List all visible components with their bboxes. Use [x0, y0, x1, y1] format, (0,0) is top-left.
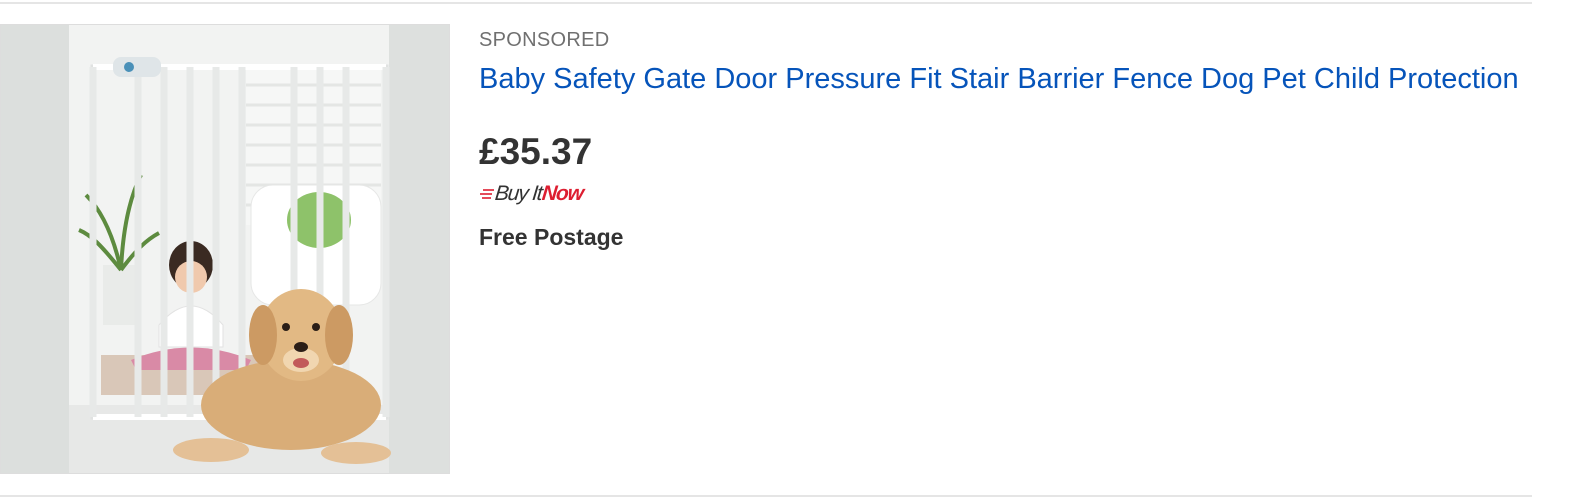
product-thumbnail[interactable] [0, 24, 450, 474]
product-photo [1, 25, 449, 473]
buy-it-now-badge: Buy It Now [479, 181, 1519, 207]
divider-bottom [0, 495, 1532, 497]
divider-top [0, 2, 1532, 4]
now-label: Now [540, 182, 584, 205]
buy-it-now-lines-icon [480, 189, 494, 199]
search-result-listing: SPONSORED Baby Safety Gate Door Pressure… [0, 0, 1532, 500]
postage-info: Free Postage [479, 224, 624, 250]
listing-title-link[interactable]: Baby Safety Gate Door Pressure Fit Stair… [479, 59, 1519, 99]
sponsored-label: SPONSORED [479, 29, 610, 51]
buy-it-label: Buy It [493, 182, 543, 205]
listing-price: £35.37 [479, 131, 593, 172]
listing-details: SPONSORED Baby Safety Gate Door Pressure… [479, 26, 1519, 253]
